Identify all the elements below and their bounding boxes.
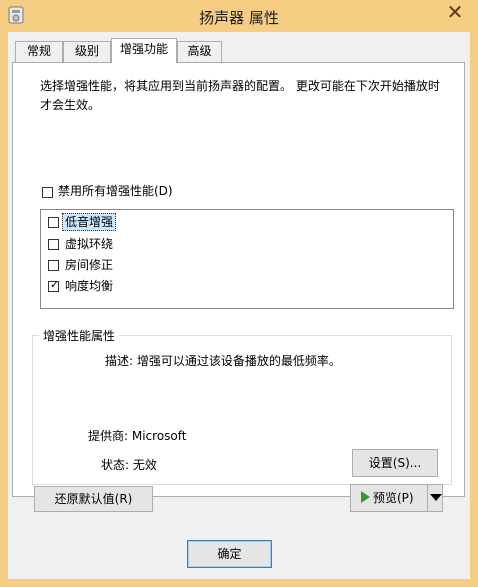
enhancement-properties-group: 增强性能属性 描述: 增强可以通过该设备播放的最低频率。 提供商: Micros…: [32, 327, 452, 485]
check-icon: ✓: [50, 278, 60, 291]
split-divider: [427, 484, 428, 512]
enhancement-checkbox-virtual-surround[interactable]: [48, 239, 59, 250]
tab-levels[interactable]: 级别: [63, 41, 111, 62]
tab-advanced[interactable]: 高级: [177, 41, 222, 62]
ok-button[interactable]: 确定: [187, 540, 272, 568]
enhancement-checkbox-room-correction[interactable]: [48, 260, 59, 271]
restore-defaults-button[interactable]: 还原默认值(R): [34, 486, 153, 512]
list-item[interactable]: 响度均衡: [65, 278, 113, 294]
close-icon[interactable]: ✕: [440, 2, 470, 24]
tab-general[interactable]: 常规: [15, 41, 63, 62]
enhancement-checkbox-loudness-equalization[interactable]: ✓: [48, 278, 60, 292]
play-icon: [361, 491, 370, 503]
preview-label: 预览(P): [373, 491, 414, 505]
tab-enhancements[interactable]: 增强功能: [111, 38, 177, 63]
list-item[interactable]: 低音增强: [62, 213, 117, 231]
enhancement-checkbox-bass-boost[interactable]: [48, 217, 59, 228]
settings-button[interactable]: 设置(S)...: [352, 449, 438, 477]
window-title: 扬声器 属性: [199, 9, 279, 27]
property-provider: 提供商: Microsoft: [88, 429, 187, 443]
property-status: 状态: 无效: [101, 458, 157, 472]
tab-panel-enhancements: 选择增强性能，将其应用到当前扬声器的配置。 更改可能在下次开始播放时才会生效。 …: [12, 62, 465, 497]
page-description: 选择增强性能，将其应用到当前扬声器的配置。 更改可能在下次开始播放时才会生效。: [40, 79, 440, 112]
disable-all-checkbox[interactable]: [42, 187, 53, 198]
title-bar[interactable]: 扬声器 属性 ✕: [0, 0, 478, 32]
list-item[interactable]: 房间修正: [65, 257, 113, 273]
list-item[interactable]: 虚拟环绕: [65, 236, 113, 252]
disable-all-label[interactable]: 禁用所有增强性能(D): [58, 183, 173, 199]
property-description: 描述: 增强可以通过该设备播放的最低频率。: [105, 354, 341, 368]
dialog-client: 常规 级别 增强功能 高级 选择增强性能，将其应用到当前扬声器的配置。 更改可能…: [8, 32, 470, 579]
group-title: 增强性能属性: [39, 327, 120, 344]
dialog-window: 扬声器 属性 ✕ 常规 级别 增强功能 高级 选择增强性能，将其应用到当前扬声器…: [0, 0, 478, 587]
enhancements-list[interactable]: 低音增强 虚拟环绕 房间修正 ✓ 响度均衡: [40, 209, 454, 309]
chevron-down-icon[interactable]: [430, 494, 442, 501]
